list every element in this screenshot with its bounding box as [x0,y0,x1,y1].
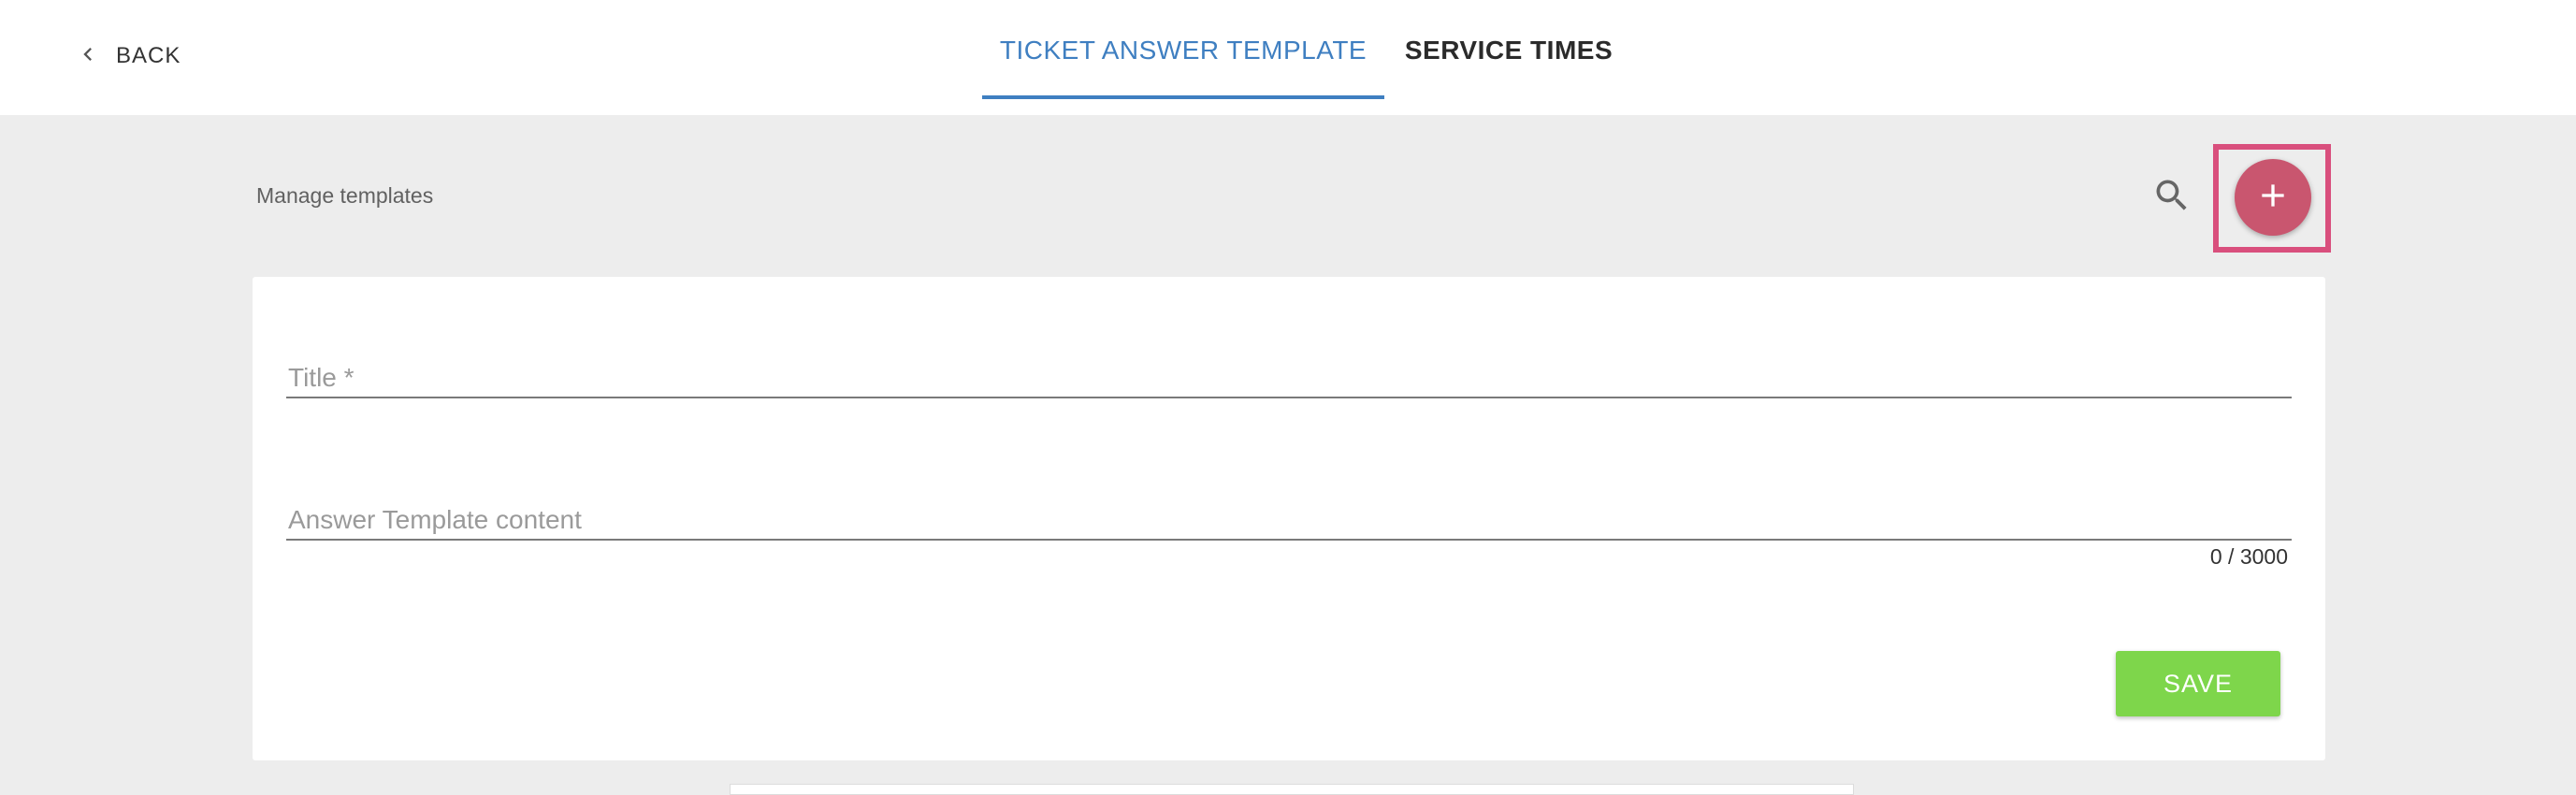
back-button[interactable]: BACK [75,37,181,75]
tab-label: TICKET ANSWER TEMPLATE [999,35,1368,65]
title-input[interactable] [286,363,2294,397]
tab-service-times[interactable]: SERVICE TIMES [1403,0,1614,100]
character-counter: 0 / 3000 [2209,544,2288,569]
template-form-card: 0 / 3000 SAVE [253,277,2325,760]
chevron-left-icon [75,41,101,72]
save-button[interactable]: SAVE [2116,651,2280,716]
tab-ticket-answer-template[interactable]: TICKET ANSWER TEMPLATE [982,0,1384,100]
top-bar: BACK TICKET ANSWER TEMPLATE SERVICE TIME… [0,0,2576,115]
tab-label: SERVICE TIMES [1404,35,1614,65]
answer-content-input[interactable] [286,505,2294,539]
content-field[interactable] [286,505,2294,541]
title-field[interactable] [286,363,2294,398]
add-template-button[interactable] [2235,159,2311,236]
plus-icon [2254,177,2292,219]
search-icon [2151,180,2192,220]
active-tab-indicator [982,95,1384,99]
page-subtitle: Manage templates [256,183,434,208]
search-button[interactable] [2151,175,2192,216]
back-label: BACK [116,43,181,68]
next-card-edge [730,784,1854,795]
